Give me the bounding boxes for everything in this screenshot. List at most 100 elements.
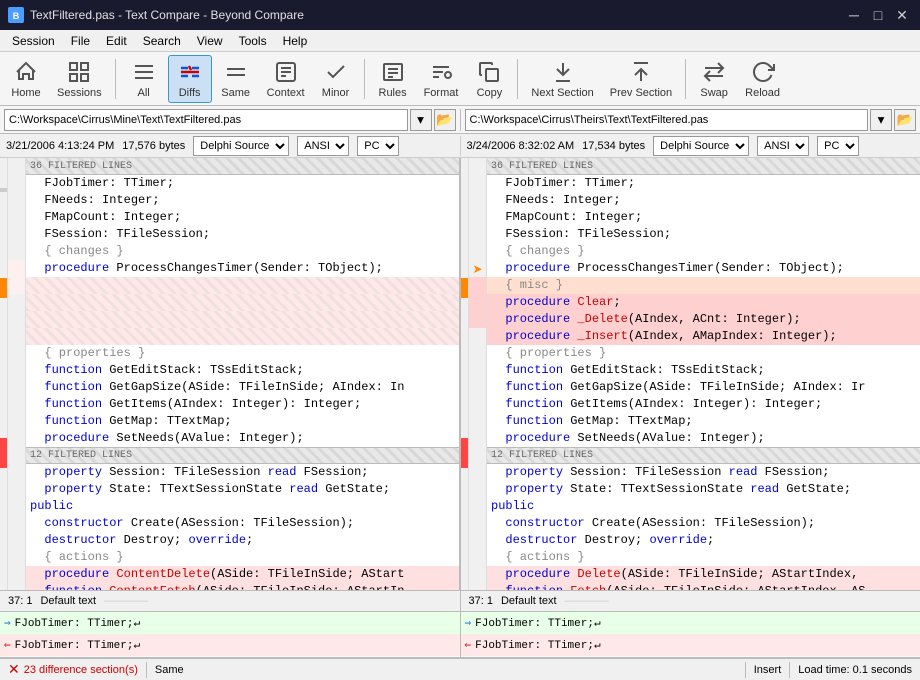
compare-bar: ⇒ FJobTimer: TTimer;↵ ⇐ FJobTimer: TTime…	[0, 612, 920, 658]
right-encoding-select[interactable]: ANSI	[757, 136, 809, 156]
rules-button[interactable]: Rules	[371, 55, 415, 103]
right-line-14: function GetItems(AIndex: Integer): Inte…	[487, 396, 920, 413]
right-line-3: FMapCount: Integer;	[487, 209, 920, 226]
context-button[interactable]: Context	[260, 55, 312, 103]
left-line-12: procedure SetNeeds(AValue: Integer);	[26, 430, 459, 447]
menu-view[interactable]: View	[189, 32, 231, 50]
left-gap-4	[26, 328, 459, 345]
left-file-date: 3/21/2006 4:13:24 PM	[6, 140, 114, 152]
right-line-16: procedure SetNeeds(AValue: Integer);	[487, 430, 920, 447]
left-line-10: function GetItems(AIndex: Integer): Inte…	[26, 396, 459, 413]
left-gap-2	[26, 294, 459, 311]
insert-status: Insert	[754, 664, 782, 676]
prev-section-button[interactable]: Prev Section	[603, 55, 679, 103]
left-path-input[interactable]	[4, 109, 408, 131]
right-line-11: { properties }	[487, 345, 920, 362]
left-path-browse-button[interactable]: ▾	[410, 109, 432, 131]
right-filtered-2: 12 FILTERED LINES	[487, 447, 920, 464]
left-line-13: property Session: TFileSession read FSes…	[26, 464, 459, 481]
left-line-ending-select[interactable]: PC	[357, 136, 399, 156]
next-section-label: Next Section	[531, 88, 593, 99]
reload-icon	[749, 58, 777, 86]
copy-button[interactable]: Copy	[467, 55, 511, 103]
copy-icon	[475, 58, 503, 86]
menu-session[interactable]: Session	[4, 32, 63, 50]
home-button[interactable]: Home	[4, 55, 48, 103]
copy-label: Copy	[477, 88, 503, 99]
minor-icon	[322, 58, 350, 86]
minor-button[interactable]: Minor	[314, 55, 358, 103]
right-line-20: constructor Create(ASession: TFileSessio…	[487, 515, 920, 532]
svg-text:B: B	[13, 11, 20, 21]
right-line-15: function GetMap: TTextMap;	[487, 413, 920, 430]
menu-tools[interactable]: Tools	[231, 32, 275, 50]
status-bar: ✕ 23 difference section(s) Same Insert L…	[0, 658, 920, 680]
menu-search[interactable]: Search	[135, 32, 189, 50]
minimize-button[interactable]: ─	[844, 5, 864, 25]
right-path-browse-button[interactable]: ▾	[870, 109, 892, 131]
same-icon	[222, 58, 250, 86]
left-filtered-header: 36 FILTERED LINES	[26, 158, 459, 175]
left-line-11: function GetMap: TTextMap;	[26, 413, 459, 430]
right-line-19: public	[487, 498, 920, 515]
toolbar-sep-1	[115, 59, 116, 99]
left-gap-1	[26, 277, 459, 294]
left-line-6: procedure ProcessChangesTimer(Sender: TO…	[26, 260, 459, 277]
right-line-ending-select[interactable]: PC	[817, 136, 859, 156]
right-path-open-button[interactable]: 📂	[894, 109, 916, 131]
right-line-24: function Fetch(ASide: TFileInSide; AStar…	[487, 583, 920, 590]
menu-help[interactable]: Help	[275, 32, 316, 50]
left-line-9: function GetGapSize(ASide: TFileInSide; …	[26, 379, 459, 396]
window-title: TextFiltered.pas - Text Compare - Beyond…	[30, 8, 304, 22]
right-line-8: procedure Clear;	[487, 294, 920, 311]
right-code-area[interactable]: 36 FILTERED LINES FJobTimer: TTimer; FNe…	[487, 158, 920, 590]
swap-button[interactable]: Swap	[692, 55, 736, 103]
reload-button[interactable]: Reload	[738, 55, 787, 103]
next-section-button[interactable]: Next Section	[524, 55, 600, 103]
menu-file[interactable]: File	[63, 32, 98, 50]
toolbar-sep-3	[517, 59, 518, 99]
swap-label: Swap	[700, 88, 728, 99]
left-line-18: { actions }	[26, 549, 459, 566]
right-language-select[interactable]: Delphi Source	[653, 136, 749, 156]
all-button[interactable]: All	[122, 55, 166, 103]
left-code-area[interactable]: 36 FILTERED LINES FJobTimer: TTimer; FNe…	[26, 158, 459, 590]
same-button[interactable]: Same	[214, 55, 258, 103]
swap-icon	[700, 58, 728, 86]
left-compare-line-1: ⇒ FJobTimer: TTimer;↵	[0, 612, 460, 634]
format-button[interactable]: Format	[417, 55, 466, 103]
rules-icon	[379, 58, 407, 86]
next-section-icon	[549, 58, 577, 86]
left-path-open-button[interactable]: 📂	[434, 109, 456, 131]
right-filtered-header: 36 FILTERED LINES	[487, 158, 920, 175]
right-marker-gutter: ➤	[469, 158, 487, 590]
same-status: Same	[155, 664, 184, 676]
all-label: All	[138, 88, 150, 99]
right-path-input[interactable]	[465, 109, 869, 131]
right-line-10: procedure _Insert(AIndex, AMapIndex: Int…	[487, 328, 920, 345]
left-encoding-select[interactable]: ANSI	[297, 136, 349, 156]
right-line-1: FJobTimer: TTimer;	[487, 175, 920, 192]
menu-bar: Session File Edit Search View Tools Help	[0, 30, 920, 52]
left-marker-gutter	[8, 158, 26, 590]
cursor-pos-bar: 37: 1 Default text ———— 37: 1 Default te…	[0, 590, 920, 612]
rules-label: Rules	[379, 88, 407, 99]
format-label: Format	[424, 88, 459, 99]
sessions-button[interactable]: Sessions	[50, 55, 109, 103]
context-label: Context	[267, 88, 305, 99]
left-language-select[interactable]: Delphi Source	[193, 136, 289, 156]
left-gap-3	[26, 311, 459, 328]
menu-edit[interactable]: Edit	[98, 32, 135, 50]
prev-section-label: Prev Section	[610, 88, 672, 99]
left-change-gutter	[0, 158, 8, 590]
diffs-button[interactable]: Diffs	[168, 55, 212, 103]
right-compare-line-1: ⇒ FJobTimer: TTimer;↵	[461, 612, 920, 634]
status-divider-1	[146, 662, 147, 678]
close-button[interactable]: ✕	[892, 5, 912, 25]
toolbar: Home Sessions All Diffs Same	[0, 52, 920, 106]
diffs-icon	[176, 58, 204, 86]
load-time-status: Load time: 0.1 seconds	[798, 664, 912, 676]
right-line-22: { actions }	[487, 549, 920, 566]
maximize-button[interactable]: □	[868, 5, 888, 25]
right-line-23: procedure Delete(ASide: TFileInSide; ASt…	[487, 566, 920, 583]
